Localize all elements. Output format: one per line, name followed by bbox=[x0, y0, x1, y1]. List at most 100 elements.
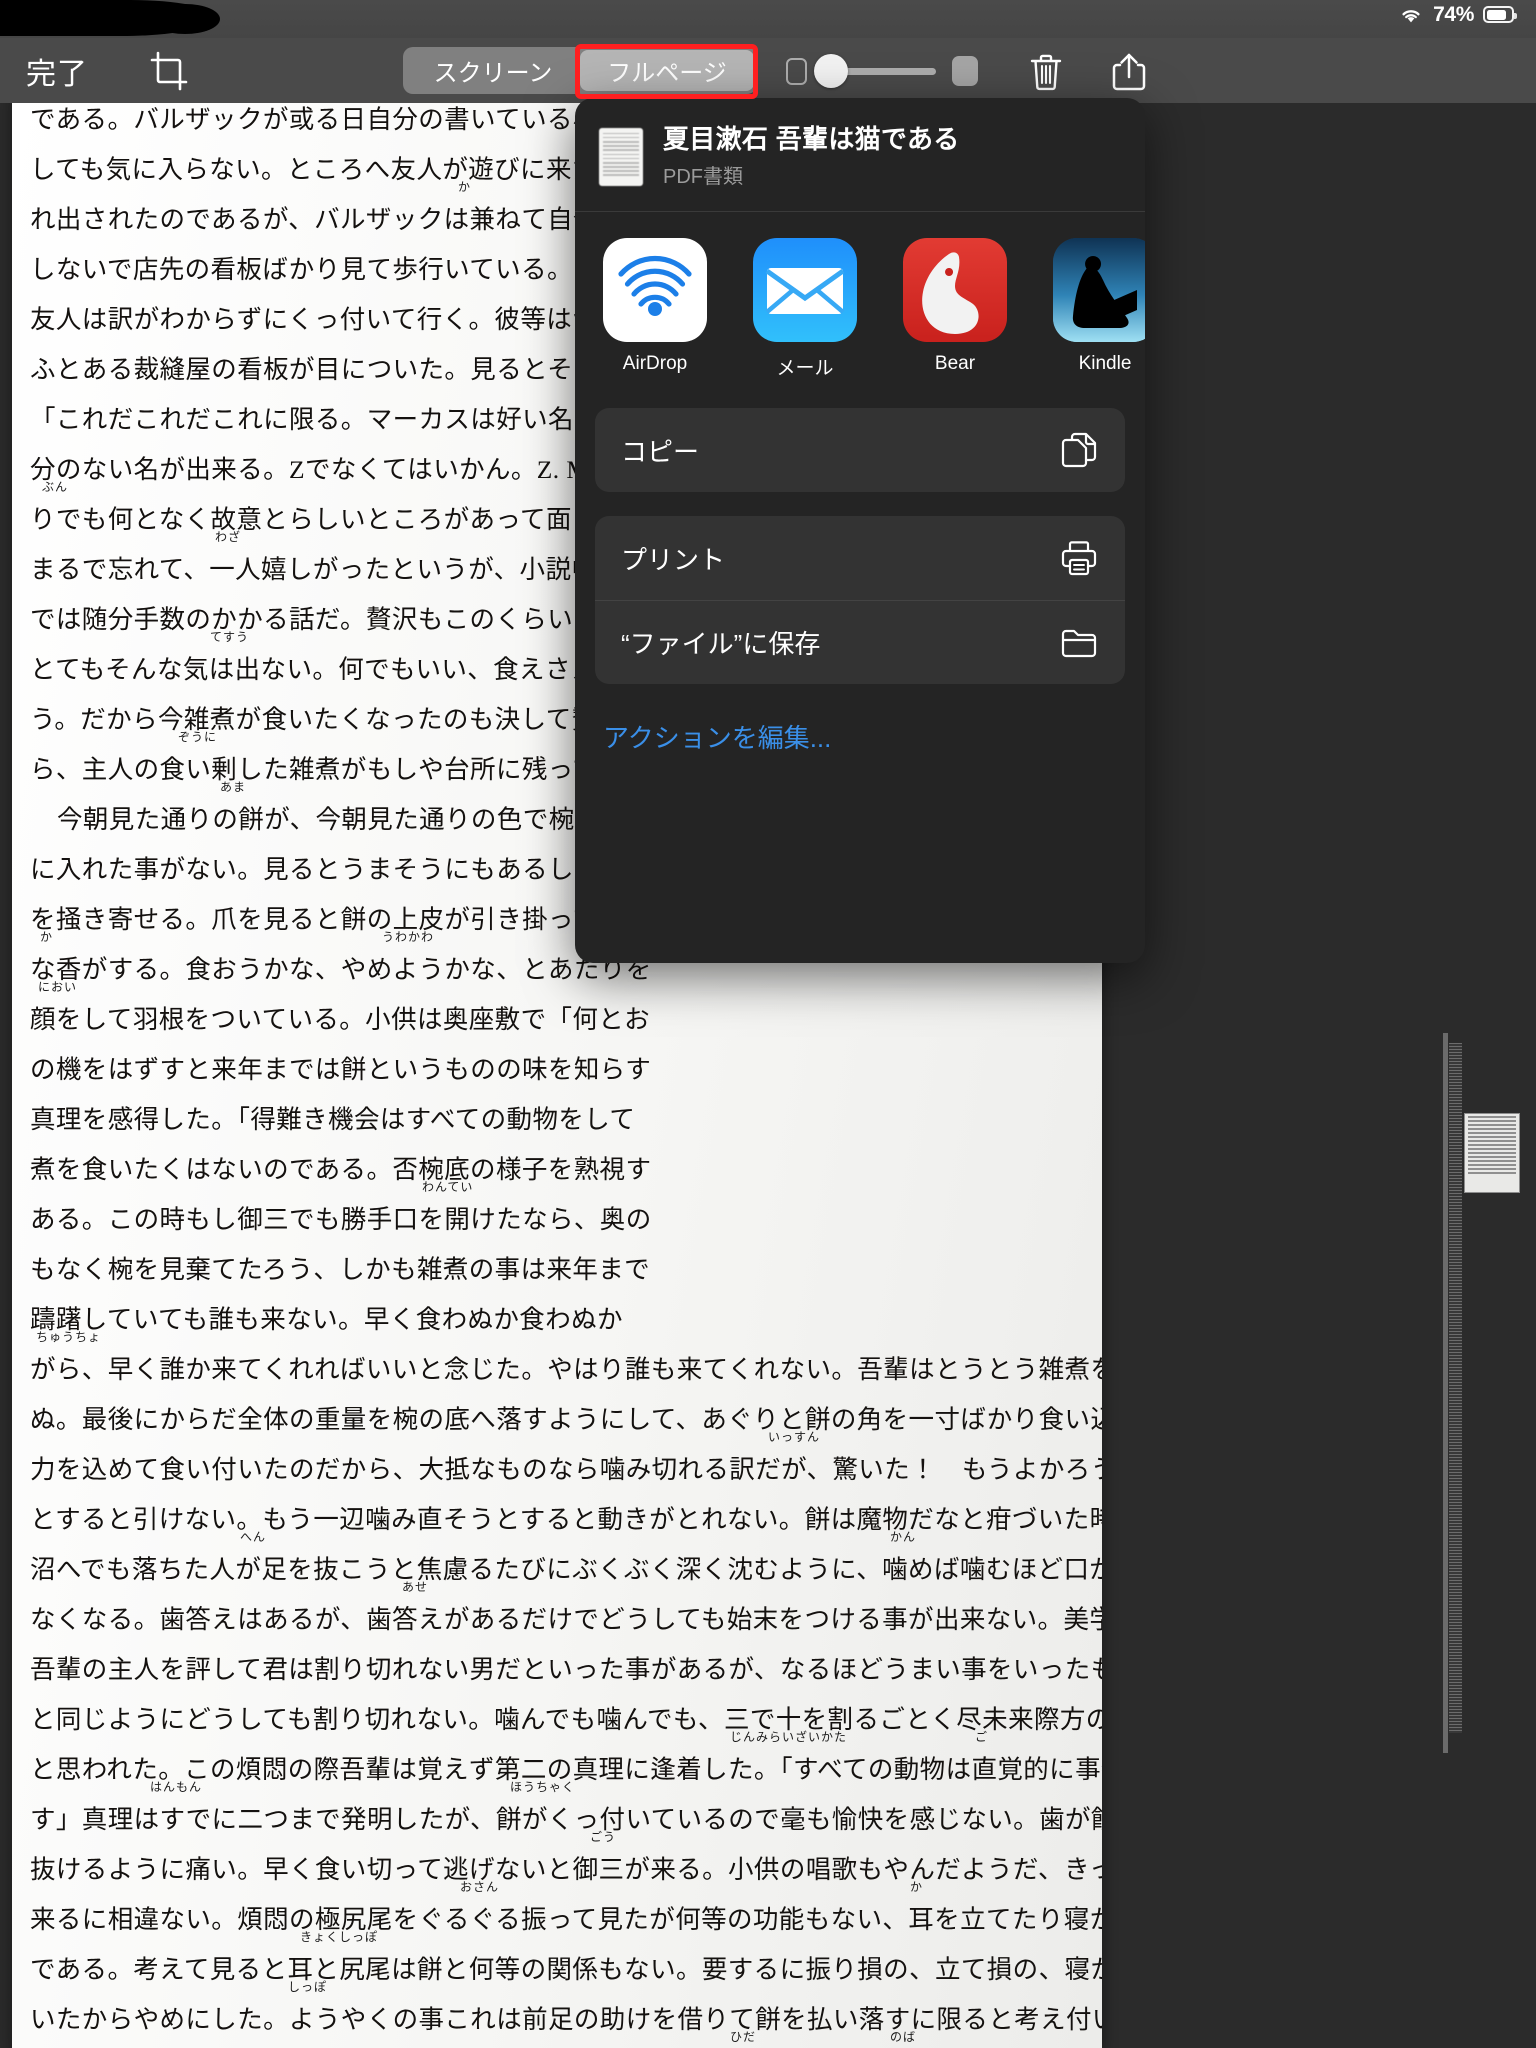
pdf-text-line: ある。この時もし御三でも勝手口を開けたなら、奥の bbox=[30, 1205, 652, 1234]
tab-screen[interactable]: スクリーン bbox=[406, 50, 580, 91]
pdf-text-line: ぬ。最後にからだ全体の重量を椀の底へ落すようにして、あぐりと餅の角を一寸ばかり食… bbox=[30, 1405, 1102, 1444]
action-copy[interactable]: コピー bbox=[595, 408, 1125, 492]
share-actions-secondary: プリント “ファイル”に保存 bbox=[595, 516, 1125, 685]
ruby-annotation: ぞうに bbox=[178, 730, 218, 744]
pdf-text-line: 躊躇していても誰も来ない。早く食わぬか食わぬか ちゅうちょ bbox=[30, 1305, 623, 1344]
share-sheet-header: 夏目漱石 吾輩は猫である PDF書類 bbox=[575, 98, 1145, 213]
share-target-mail[interactable]: メール bbox=[753, 238, 857, 380]
small-square-icon bbox=[786, 57, 807, 85]
markup-toolbar: 完了 スクリーン フルページ bbox=[0, 38, 1536, 103]
share-icon[interactable] bbox=[1107, 50, 1151, 94]
action-save-to-files[interactable]: “ファイル”に保存 bbox=[595, 600, 1125, 684]
document-thumbnail bbox=[599, 127, 643, 186]
pdf-text-line: 煮を食いたくはないのである。否椀底の様子を熟視す わんてい bbox=[30, 1155, 652, 1194]
ipad-screenshot-markup-screen: である。バルザックが或る日自分の書いている小説中の人物 しても気に入らない。ところ… bbox=[0, 0, 1536, 2048]
share-target-label: Kindle bbox=[1078, 353, 1132, 375]
share-target-label: メール bbox=[776, 358, 834, 380]
battery-icon bbox=[1483, 6, 1517, 23]
ruby-annotation: ほうちゃく bbox=[510, 1780, 576, 1794]
ruby-annotation: ちゅうちょ bbox=[36, 1330, 102, 1344]
opacity-slider-knob[interactable] bbox=[814, 53, 848, 88]
ruby-annotation: かん bbox=[890, 1530, 917, 1544]
action-print[interactable]: プリント bbox=[595, 516, 1125, 600]
share-target-kindle[interactable]: Kindle bbox=[1053, 238, 1145, 375]
ruby-annotation: におい bbox=[38, 980, 78, 994]
share-target-label: AirDrop bbox=[622, 353, 688, 375]
share-target-bear[interactable]: Bear bbox=[903, 238, 1007, 375]
share-document-title: 夏目漱石 吾輩は猫である bbox=[663, 124, 960, 154]
opacity-slider[interactable] bbox=[814, 53, 936, 88]
tab-full-page[interactable]: フルページ bbox=[580, 50, 754, 91]
page-scroll-edge bbox=[1443, 1033, 1448, 1753]
ruby-annotation: わんてい bbox=[422, 1180, 474, 1194]
pdf-text-line: 吾輩の主人を評して君は割り切れない男だといった事があるが、なるほどうまい事をいっ… bbox=[30, 1655, 1102, 1684]
airdrop-icon bbox=[603, 238, 707, 343]
ruby-annotation: しっぽ bbox=[288, 1980, 328, 1994]
canvas-gutter bbox=[1102, 103, 1536, 2048]
ruby-annotation: ぶん bbox=[42, 480, 69, 494]
kindle-icon bbox=[1053, 238, 1145, 343]
mail-icon bbox=[753, 238, 857, 343]
battery-percentage: 74% bbox=[1433, 3, 1474, 26]
pdf-text-line: である。考えて見ると耳と尻尾は餅と何等の関係もない。要するに振り損の、立て損の、… bbox=[30, 1955, 1102, 1994]
redacted-status-area bbox=[0, 0, 220, 36]
pdf-text-line: いたからやめにした。ようやくの事これは前足の助けを借りて餅を払い落すに限ると考え… bbox=[30, 2005, 1102, 2044]
pdf-text-line: 力を込めて食い付いたのだから、大抵なものなら噛み切れる訳だが、驚いた！ もうよか… bbox=[30, 1455, 1102, 1484]
pdf-text-line: がら、早く誰か来てくれればいいと念じた。やはり誰も来てくれない。吾輩はとうとう雑… bbox=[30, 1355, 1102, 1384]
page-thumbnail[interactable] bbox=[1464, 1113, 1520, 1193]
share-target-label: Bear bbox=[934, 353, 976, 375]
print-icon bbox=[1061, 541, 1097, 576]
ruby-annotation: あせ bbox=[402, 1580, 429, 1594]
status-indicators: 74% bbox=[1398, 3, 1517, 26]
ruby-annotation: はんもん bbox=[150, 1780, 203, 1794]
pdf-text-line: と思われた。この煩悶の際吾輩は覚えず第二の真理に逢着した。「すべての動物は直覚的… bbox=[30, 1755, 1102, 1794]
share-sheet: 夏目漱石 吾輩は猫である PDF書類 AirDrop メール Bear Kind… bbox=[575, 98, 1145, 963]
large-square-icon bbox=[952, 56, 978, 86]
opacity-slider-group[interactable] bbox=[786, 53, 978, 88]
ruby-annotation: か bbox=[458, 180, 472, 194]
pdf-text-line: なくなる。歯答えはあるが、歯答えがあるだけでどうしても始末をつける事が出来ない。… bbox=[30, 1605, 1102, 1634]
ruby-annotation: てすう bbox=[210, 630, 250, 644]
share-document-subtitle: PDF書類 bbox=[663, 166, 743, 189]
action-print-label: プリント bbox=[621, 544, 726, 575]
trash-icon[interactable] bbox=[1024, 50, 1068, 94]
ruby-annotation: ひだ bbox=[730, 2030, 757, 2044]
ruby-annotation: うわかわ bbox=[382, 930, 435, 944]
status-bar: 74% bbox=[0, 0, 1536, 38]
bear-icon bbox=[903, 238, 1007, 343]
copy-icon bbox=[1061, 433, 1097, 468]
ruby-annotation: きょくしっぽ bbox=[300, 1930, 379, 1944]
pdf-text-line: 来るに相違ない。煩悶の極尻尾をぐるぐる振って見たが何等の功能もない、耳を立てたり… bbox=[30, 1905, 1102, 1944]
ruby-annotation: ごう bbox=[590, 1830, 617, 1844]
pdf-text-line: 沼へでも落ちた人が足を抜こうと焦慮るたびにぶくぶく深く沈むように、噛めば噛むほど… bbox=[30, 1555, 1102, 1594]
page-scroll-track[interactable] bbox=[1449, 1043, 1462, 1733]
pdf-text-line: す」真理はすでに二つまで発明したが、餅がくっ付いているので毫も愉快を感じない。歯… bbox=[30, 1805, 1102, 1844]
wifi-icon bbox=[1402, 9, 1420, 22]
action-copy-label: コピー bbox=[621, 436, 700, 467]
pdf-text-line: もなく椀を見棄てたろう、しかも雑煮の事は来年まで bbox=[30, 1255, 651, 1284]
ruby-annotation: いっすん bbox=[768, 1430, 821, 1444]
ruby-annotation: のば bbox=[890, 2030, 917, 2044]
ruby-annotation: か bbox=[910, 1880, 924, 1894]
ruby-annotation: か bbox=[40, 930, 54, 944]
view-mode-segmented-control[interactable]: スクリーン フルページ bbox=[403, 47, 757, 94]
action-save-to-files-label: “ファイル”に保存 bbox=[621, 629, 821, 660]
ruby-annotation: じんみらいざいかた bbox=[730, 1730, 848, 1744]
edit-actions-link[interactable]: アクションを編集... bbox=[575, 684, 1145, 755]
share-target-airdrop[interactable]: AirDrop bbox=[603, 238, 707, 375]
ruby-annotation: わざ bbox=[215, 530, 242, 544]
ruby-annotation: ご bbox=[975, 1730, 989, 1744]
pdf-text-line: 真理を感得した。「得難き機会はすべての動物をして bbox=[30, 1105, 636, 1134]
share-apps-row[interactable]: AirDrop メール Bear Kindle bbox=[575, 212, 1145, 398]
ruby-annotation: へん bbox=[240, 1530, 267, 1544]
pdf-text-line: 顔をして羽根をついている。小供は奥座敷で「何とお bbox=[30, 1005, 651, 1034]
ruby-annotation: あま bbox=[220, 780, 247, 794]
folder-icon bbox=[1061, 629, 1097, 657]
share-actions-primary: コピー bbox=[595, 408, 1125, 493]
pdf-text-line: とすると引けない。もう一辺噛み直そうとすると動きがとれない。餅は魔物だなと疳づい… bbox=[30, 1505, 1102, 1544]
ruby-annotation: おさん bbox=[460, 1880, 500, 1894]
done-button[interactable]: 完了 bbox=[26, 49, 88, 93]
pdf-text-line: と同じようにどうしても割り切れない。噛んでも噛んでも、三で十を割るごとく尽未来際… bbox=[30, 1705, 1102, 1744]
crop-icon[interactable] bbox=[148, 50, 190, 92]
pdf-text-line: 抜けるように痛い。早く食い切って逃げないと御三が来る。小供の唱歌もやんだようだ、… bbox=[30, 1855, 1102, 1894]
